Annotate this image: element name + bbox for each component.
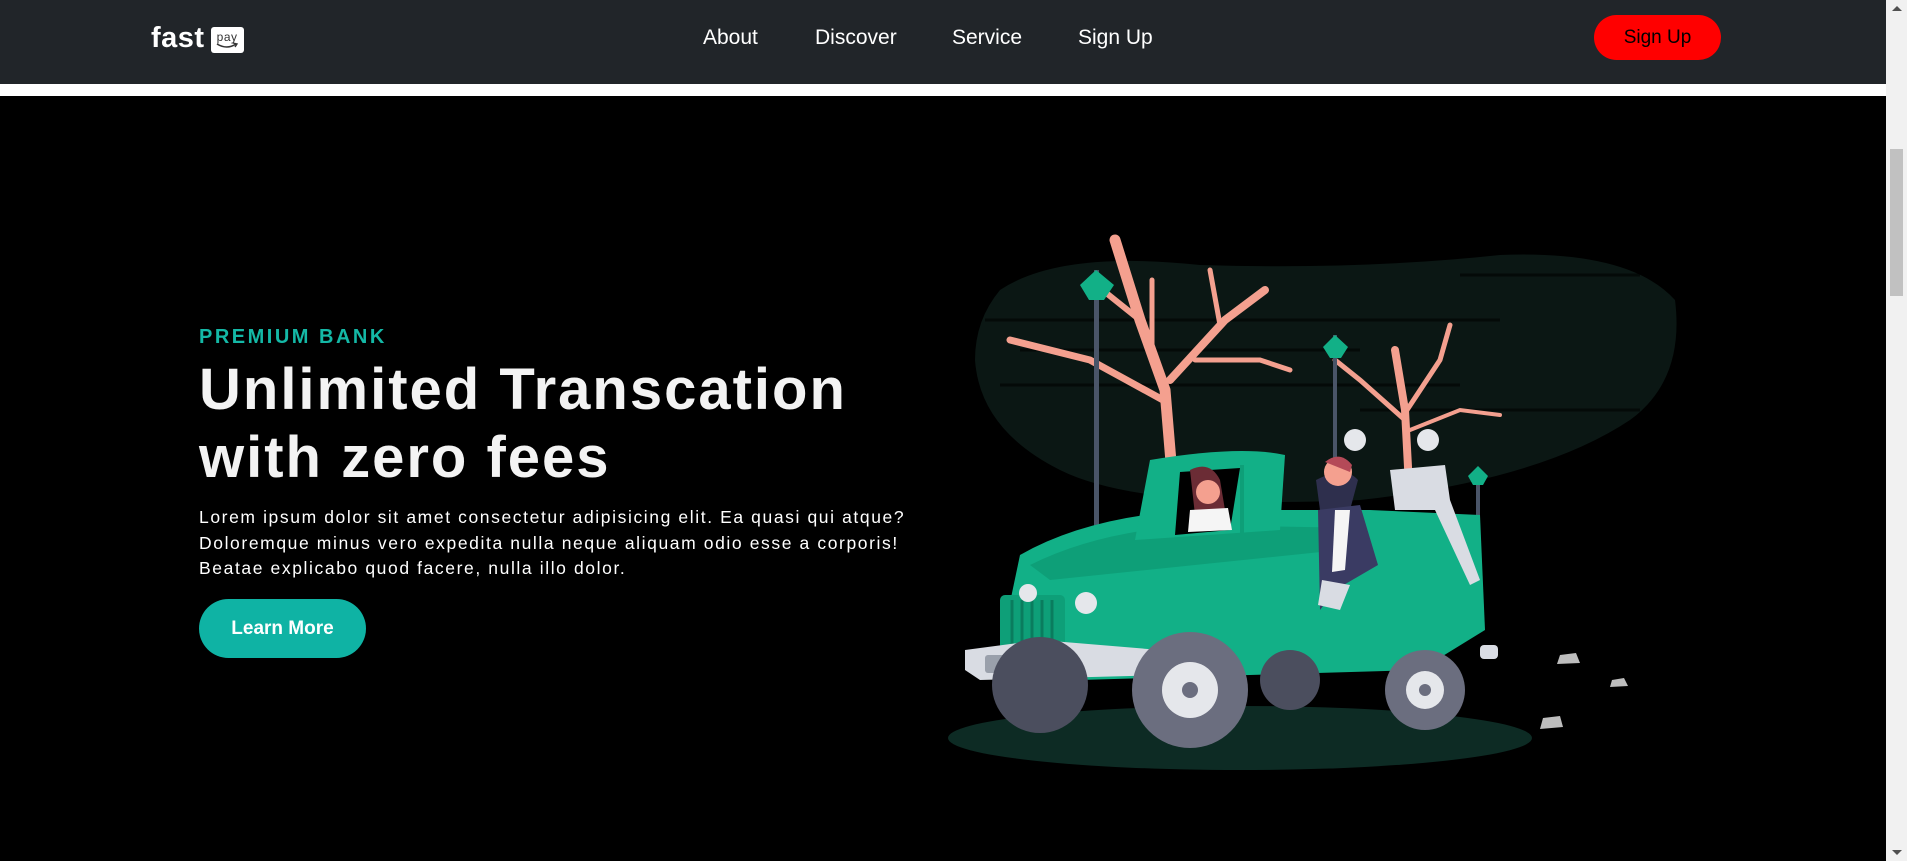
- rocks: [1540, 653, 1628, 729]
- logo-text: fast: [151, 22, 205, 54]
- nav-link-discover[interactable]: Discover: [815, 26, 897, 50]
- nav-link-sign-up[interactable]: Sign Up: [1078, 26, 1153, 50]
- smile-arrow-icon: [216, 41, 239, 48]
- logo[interactable]: fast pay: [151, 22, 244, 55]
- jeep-illustration: [948, 234, 1677, 770]
- hero-eyebrow: PREMIUM BANK: [199, 326, 387, 348]
- scrollbar[interactable]: [1886, 0, 1907, 861]
- nav-link-service[interactable]: Service: [952, 26, 1022, 50]
- background-blob: [975, 254, 1677, 502]
- scroll-thumb[interactable]: [1890, 149, 1903, 296]
- logo-badge: pay: [210, 26, 244, 53]
- scroll-down-arrow-icon[interactable]: [1892, 850, 1902, 855]
- scroll-up-arrow-icon[interactable]: [1892, 6, 1902, 11]
- signup-button[interactable]: Sign Up: [1594, 15, 1721, 60]
- nav-link-about[interactable]: About: [703, 26, 758, 50]
- hero-headline: Unlimited Transcation with zero fees: [199, 357, 847, 490]
- header-divider: [0, 84, 1886, 96]
- jeep: [965, 429, 1498, 748]
- navbar: fast pay About Discover Service Sign Up …: [0, 0, 1886, 84]
- learn-more-button[interactable]: Learn More: [199, 599, 366, 658]
- hero-description: Lorem ipsum dolor sit amet consectetur a…: [199, 507, 906, 578]
